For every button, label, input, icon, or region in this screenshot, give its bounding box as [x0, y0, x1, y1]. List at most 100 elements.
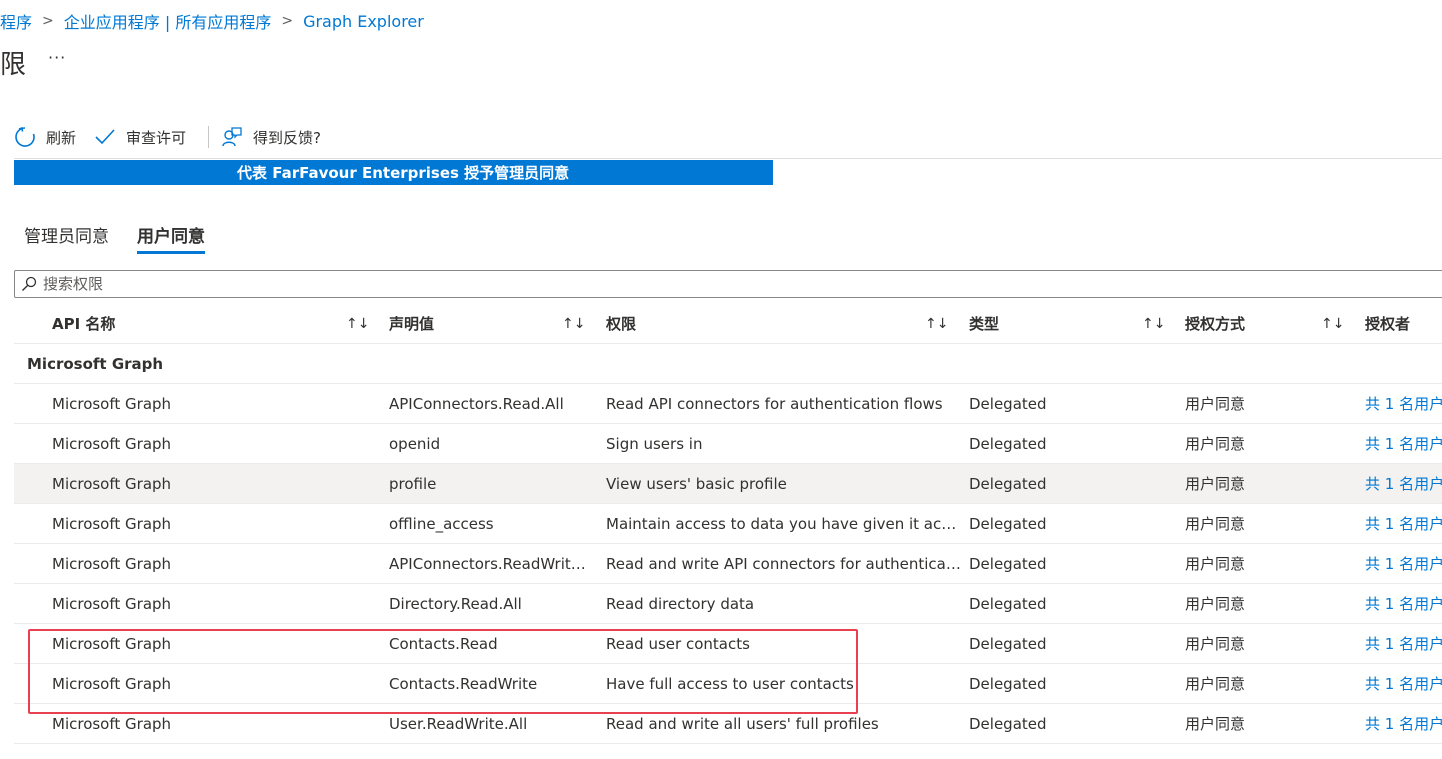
permission-cell: Read and write API connectors for authen… [606, 555, 961, 573]
grant-admin-consent-button[interactable]: 代表 FarFavour Enterprises 授予管理员同意 [14, 160, 773, 185]
type-cell: Delegated [969, 715, 1047, 733]
permission-cell: Read and write all users' full profiles [606, 715, 879, 733]
permission-cell: Read directory data [606, 595, 755, 613]
grant-method-cell: 用户同意 [1185, 395, 1246, 413]
type-cell: Delegated [969, 555, 1047, 573]
table-row[interactable]: Microsoft Graph Contacts.Read Read user … [14, 624, 1442, 664]
sort-icon[interactable]: ↑↓ [925, 304, 948, 344]
refresh-icon [15, 126, 35, 147]
feedback-label: 得到反馈? [253, 128, 321, 147]
toolbar-divider-line [14, 158, 1442, 159]
claim-value-cell: profile [389, 475, 437, 493]
breadcrumb-item-apps[interactable]: 程序 [0, 9, 32, 33]
grant-method-cell: 用户同意 [1185, 635, 1246, 653]
api-name-cell: Microsoft Graph [52, 435, 172, 453]
tab-user-consent[interactable]: 用户同意 [137, 222, 205, 256]
group-header-row[interactable]: Microsoft Graph [14, 344, 1442, 384]
grant-admin-consent-label: 代表 FarFavour Enterprises 授予管理员同意 [237, 164, 570, 182]
permission-cell: Have full access to user contacts [606, 675, 854, 693]
granted-by-link[interactable]: 共 1 名用户 [1365, 624, 1442, 664]
feedback-button[interactable]: 得到反馈? [221, 126, 321, 148]
api-name-cell: Microsoft Graph [52, 555, 172, 573]
page-title: 限 [0, 50, 27, 80]
permission-cell: View users' basic profile [606, 475, 787, 493]
sort-icon[interactable]: ↑↓ [346, 304, 369, 344]
refresh-button[interactable]: 刷新 [14, 126, 76, 148]
column-header-granted-by[interactable]: 授权者 [1365, 304, 1442, 344]
grant-method-cell: 用户同意 [1185, 515, 1246, 533]
column-header-type[interactable]: 类型 [969, 304, 1169, 344]
api-name-cell: Microsoft Graph [52, 675, 172, 693]
feedback-icon [222, 127, 242, 147]
claim-value-cell: Contacts.ReadWrite [389, 675, 538, 693]
claim-value-cell: openid [389, 435, 441, 453]
permission-cell: Read user contacts [606, 635, 750, 653]
column-header-permission[interactable]: 权限 [606, 304, 961, 344]
claim-value-cell: APIConnectors.Read.All [389, 395, 564, 413]
breadcrumb-item-enterprise-apps[interactable]: 企业应用程序 | 所有应用程序 [64, 9, 272, 33]
table-row[interactable]: Microsoft Graph APIConnectors.ReadWrite.… [14, 544, 1442, 584]
table-row[interactable]: Microsoft Graph APIConnectors.Read.All R… [14, 384, 1442, 424]
api-name-cell: Microsoft Graph [52, 395, 172, 413]
permission-cell: Sign users in [606, 435, 703, 453]
search-input[interactable] [43, 275, 1423, 293]
breadcrumb-separator: > [281, 13, 294, 29]
table-row[interactable]: Microsoft Graph Directory.Read.All Read … [14, 584, 1442, 624]
claim-value-cell: offline_access [389, 515, 494, 533]
type-cell: Delegated [969, 395, 1047, 413]
granted-by-link[interactable]: 共 1 名用户 [1365, 424, 1442, 464]
table-row[interactable]: Microsoft Graph User.ReadWrite.All Read … [14, 704, 1442, 744]
api-name-cell: Microsoft Graph [52, 475, 172, 493]
tab-admin-consent[interactable]: 管理员同意 [24, 222, 109, 256]
granted-by-link[interactable]: 共 1 名用户 [1365, 704, 1442, 744]
sort-icon[interactable]: ↑↓ [1142, 304, 1165, 344]
table-row[interactable]: Microsoft Graph Contacts.ReadWrite Have … [14, 664, 1442, 704]
more-options-icon[interactable]: ··· [48, 48, 66, 67]
command-bar: 刷新 审查许可 得到反馈? [14, 122, 339, 152]
group-header-label: Microsoft Graph [27, 355, 164, 373]
api-name-cell: Microsoft Graph [52, 715, 172, 733]
toolbar-divider [208, 126, 210, 148]
api-name-cell: Microsoft Graph [52, 515, 172, 533]
table-row[interactable]: Microsoft Graph profile View users' basi… [14, 464, 1442, 504]
grant-method-cell: 用户同意 [1185, 435, 1246, 453]
grant-method-cell: 用户同意 [1185, 675, 1246, 693]
type-cell: Delegated [969, 515, 1047, 533]
column-header-claim-value[interactable]: 声明值 [389, 304, 589, 344]
breadcrumb: 程序 > 企业应用程序 | 所有应用程序 > Graph Explorer [0, 9, 424, 33]
granted-by-link[interactable]: 共 1 名用户 [1365, 464, 1442, 504]
granted-by-link[interactable]: 共 1 名用户 [1365, 544, 1442, 584]
breadcrumb-separator: > [42, 13, 54, 29]
search-icon [22, 276, 37, 291]
granted-by-link[interactable]: 共 1 名用户 [1365, 584, 1442, 624]
table-header-row: API 名称 ↑↓ 声明值 ↑↓ 权限 ↑↓ 类型 ↑↓ 授权方式 ↑↓ 授权者 [14, 304, 1442, 344]
review-permissions-label: 审查许可 [126, 128, 187, 147]
consent-tabs: 管理员同意 用户同意 [24, 222, 233, 256]
grant-method-cell: 用户同意 [1185, 475, 1246, 493]
checkmark-icon [95, 129, 115, 145]
review-permissions-button[interactable]: 审查许可 [94, 126, 186, 148]
grant-method-cell: 用户同意 [1185, 595, 1246, 613]
type-cell: Delegated [969, 435, 1047, 453]
breadcrumb-item-graph-explorer[interactable]: Graph Explorer [303, 12, 424, 31]
type-cell: Delegated [969, 475, 1047, 493]
granted-by-link[interactable]: 共 1 名用户 [1365, 504, 1442, 544]
permission-cell: Maintain access to data you have given i… [606, 515, 961, 533]
permission-cell: Read API connectors for authentication f… [606, 395, 943, 413]
refresh-label: 刷新 [46, 128, 77, 147]
granted-by-link[interactable]: 共 1 名用户 [1365, 664, 1442, 704]
api-name-cell: Microsoft Graph [52, 635, 172, 653]
table-row[interactable]: Microsoft Graph offline_access Maintain … [14, 504, 1442, 544]
table-row[interactable]: Microsoft Graph openid Sign users in Del… [14, 424, 1442, 464]
claim-value-cell: Directory.Read.All [389, 595, 522, 613]
type-cell: Delegated [969, 595, 1047, 613]
permissions-table: API 名称 ↑↓ 声明值 ↑↓ 权限 ↑↓ 类型 ↑↓ 授权方式 ↑↓ 授权者… [14, 304, 1442, 744]
grant-method-cell: 用户同意 [1185, 715, 1246, 733]
sort-icon[interactable]: ↑↓ [1321, 304, 1344, 344]
claim-value-cell: User.ReadWrite.All [389, 715, 528, 733]
sort-icon[interactable]: ↑↓ [562, 304, 585, 344]
api-name-cell: Microsoft Graph [52, 595, 172, 613]
column-header-api-name[interactable]: API 名称 [52, 304, 372, 344]
type-cell: Delegated [969, 675, 1047, 693]
granted-by-link[interactable]: 共 1 名用户 [1365, 384, 1442, 424]
